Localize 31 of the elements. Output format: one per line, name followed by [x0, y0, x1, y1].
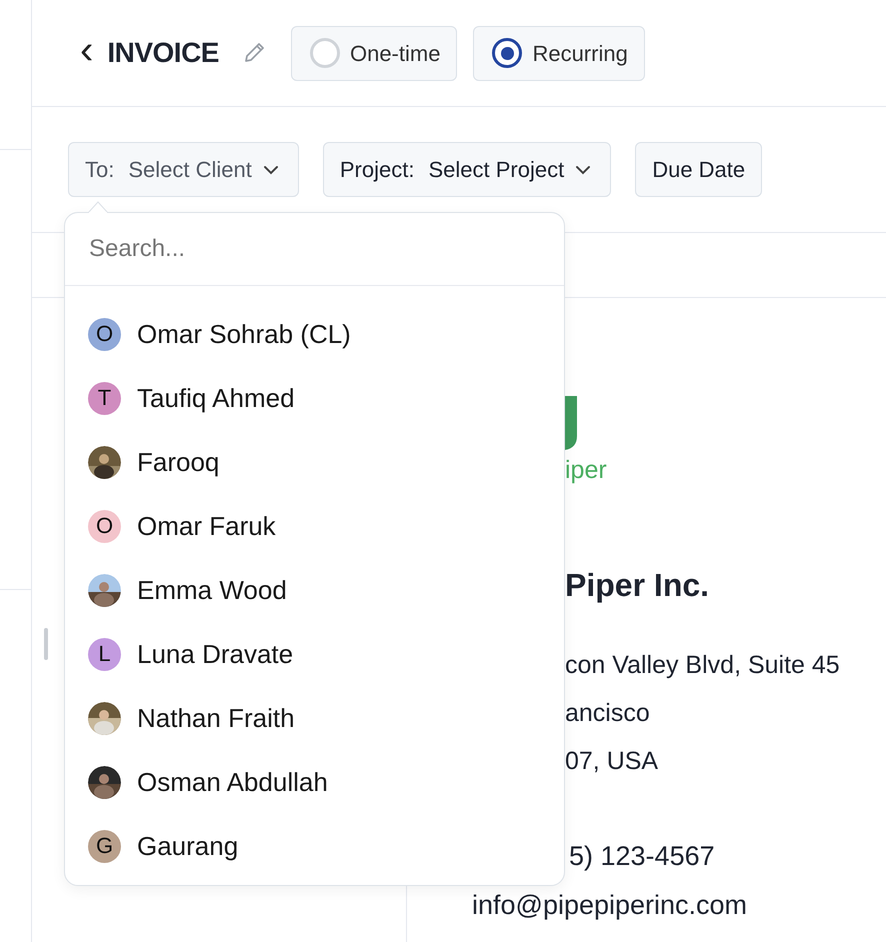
filter-button[interactable]: Due Date [635, 142, 762, 197]
address-line: ancisco [565, 699, 651, 728]
client-option[interactable]: Emma Wood [65, 558, 564, 622]
type-option[interactable]: One-time [290, 26, 458, 80]
address-line: 07, USA [565, 747, 660, 776]
avatar-initial: L [88, 638, 121, 670]
client-option[interactable]: L Luna Dravate [65, 622, 564, 686]
email-text: info@pipepiperinc.com [471, 890, 748, 921]
avatar-initial: O [88, 318, 121, 350]
client-option[interactable]: Farooq [65, 430, 564, 494]
resize-handle[interactable] [44, 628, 48, 660]
back-button[interactable]: ‹ [70, 30, 104, 76]
phone-text: 5) 123-4567 [568, 841, 716, 872]
client-option[interactable]: T Taufiq Ahmed [65, 366, 564, 430]
logo-icon [565, 396, 579, 450]
client-option[interactable]: Nathan Fraith [65, 686, 564, 750]
address-line: con Valley Blvd, Suite 45 [565, 651, 841, 680]
type-option[interactable]: Recurring [473, 26, 645, 80]
client-option[interactable]: G Gaurang [65, 814, 564, 878]
client-option[interactable]: Osman Abdullah [65, 750, 564, 814]
client-option[interactable]: O Omar Sohrab (CL) [65, 302, 564, 366]
filter-dropdown[interactable]: Project: Select Project [322, 142, 612, 197]
search-field[interactable]: Search... [65, 213, 564, 286]
company-name: Piper Inc. [565, 569, 710, 601]
page-title: INVOICE [107, 36, 219, 70]
avatar-initial: T [88, 382, 121, 414]
avatar-initial: O [88, 510, 121, 542]
logo-text: iper [565, 458, 608, 483]
filter-dropdown[interactable]: To: Select Client [68, 142, 299, 197]
avatar-initial: G [88, 830, 121, 862]
client-option[interactable]: O Omar Faruk [65, 494, 564, 558]
